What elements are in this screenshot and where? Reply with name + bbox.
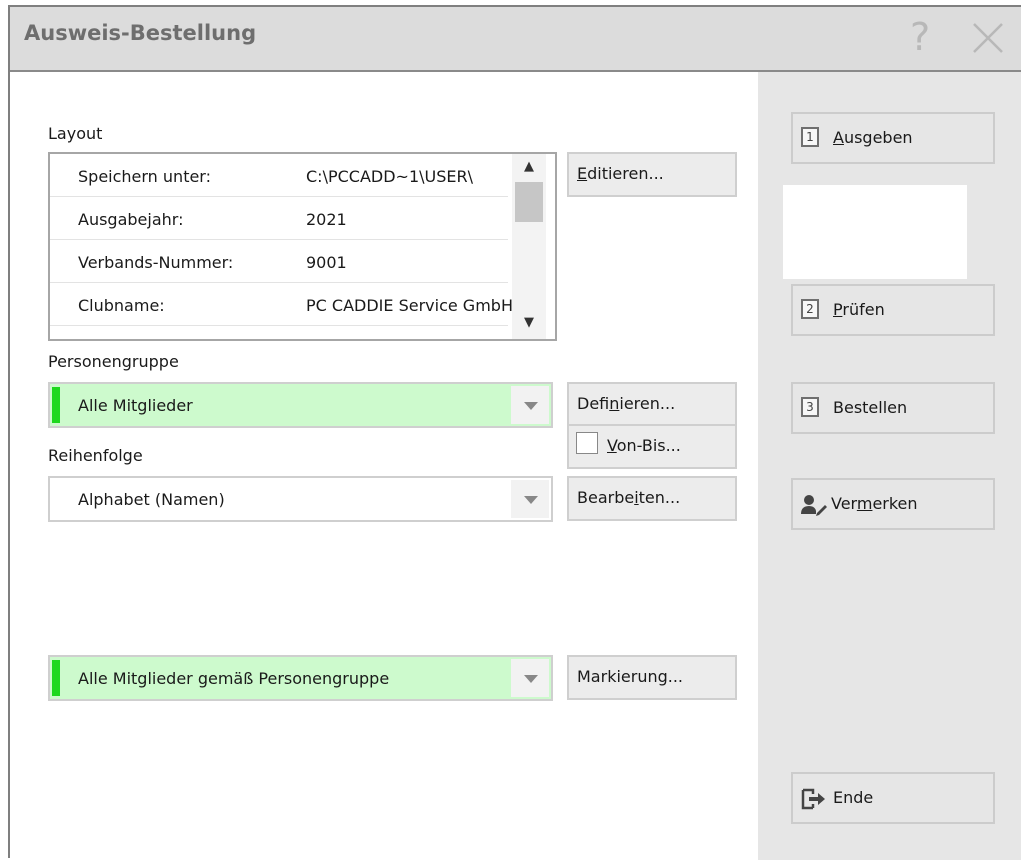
pruefen-label: Prüfen <box>833 300 885 319</box>
vonbis-checkbox[interactable]: Von-Bis... <box>567 424 737 469</box>
number-1-icon: 1 <box>801 127 819 147</box>
vertical-scrollbar[interactable]: ▲ ▼ <box>512 154 546 339</box>
status-bar <box>52 660 60 696</box>
bearbeiten-button[interactable]: Bearbeiten... <box>567 476 737 521</box>
personengruppe-value: Alle Mitglieder <box>78 396 193 415</box>
vonbis-label: Von-Bis... <box>607 436 681 455</box>
chevron-down-icon <box>524 402 538 410</box>
dropdown-button[interactable] <box>511 659 549 697</box>
ende-label: Ende <box>833 788 874 807</box>
layout-list[interactable]: Speichern unter: C:\PCCADD~1\USER\ Ausga… <box>48 152 557 341</box>
help-icon[interactable]: ? <box>910 15 930 59</box>
dialog-window: Ausweis-Bestellung ? Layout Speichern un… <box>8 5 1021 860</box>
scroll-up-icon[interactable]: ▲ <box>512 156 546 178</box>
chevron-down-icon <box>524 496 538 504</box>
markierung-label: Markierung... <box>577 667 684 686</box>
personengruppe-label: Personengruppe <box>48 352 179 371</box>
definieren-button[interactable]: Definieren... <box>567 382 737 427</box>
checkbox[interactable] <box>576 432 598 454</box>
layout-label: Layout <box>48 124 103 143</box>
row-key: Ausgabejahr: <box>78 210 184 229</box>
list-item[interactable]: Speichern unter: C:\PCCADD~1\USER\ <box>50 154 508 197</box>
number-2-icon: 2 <box>801 299 819 319</box>
scroll-down-icon[interactable]: ▼ <box>512 312 546 334</box>
reihenfolge-label: Reihenfolge <box>48 446 143 465</box>
user-edit-icon <box>801 495 827 516</box>
scroll-thumb[interactable] <box>515 182 543 222</box>
title-bar: Ausweis-Bestellung ? <box>10 7 1021 72</box>
main-panel: Layout Speichern unter: C:\PCCADD~1\USER… <box>10 72 758 860</box>
row-key: Verbands-Nummer: <box>78 253 234 272</box>
list-item[interactable]: Verbands-Nummer: 9001 <box>50 240 508 283</box>
dropdown-button[interactable] <box>511 386 549 424</box>
action-sidebar: 1 Ausgeben 2 Prüfen 3 Bestellen Vermerke… <box>758 72 1021 860</box>
ausgeben-label: Ausgeben <box>833 128 913 147</box>
editieren-button[interactable]: Editieren... <box>567 152 737 197</box>
reihenfolge-select[interactable]: Alphabet (Namen) <box>48 476 553 522</box>
chevron-down-icon <box>524 675 538 683</box>
markierung-select[interactable]: Alle Mitglieder gemäß Personengruppe <box>48 655 553 701</box>
markierung-button[interactable]: Markierung... <box>567 655 737 700</box>
dropdown-button[interactable] <box>511 480 549 518</box>
status-bar <box>52 387 60 423</box>
row-value: C:\PCCADD~1\USER\ <box>306 167 473 186</box>
definieren-label: Definieren... <box>577 394 676 413</box>
markierung-value: Alle Mitglieder gemäß Personengruppe <box>78 669 390 688</box>
reihenfolge-value: Alphabet (Namen) <box>78 490 225 509</box>
pruefen-button[interactable]: 2 Prüfen <box>791 284 995 336</box>
number-3-icon: 3 <box>801 397 819 417</box>
row-value: 2021 <box>306 210 347 229</box>
row-value: 9001 <box>306 253 347 272</box>
close-icon[interactable] <box>970 15 1006 56</box>
personengruppe-select[interactable]: Alle Mitglieder <box>48 382 553 428</box>
ausgeben-button[interactable]: 1 Ausgeben <box>791 112 995 164</box>
row-key: Speichern unter: <box>78 167 211 186</box>
list-item[interactable]: Ausgabejahr: 2021 <box>50 197 508 240</box>
ende-button[interactable]: Ende <box>791 772 995 824</box>
bearbeiten-label: Bearbeiten... <box>577 488 681 507</box>
row-value: PC CADDIE Service GmbH <box>306 296 513 315</box>
preview-area <box>783 185 967 279</box>
bestellen-button[interactable]: 3 Bestellen <box>791 382 995 434</box>
list-item[interactable]: Clubname: PC CADDIE Service GmbH <box>50 283 513 326</box>
bestellen-label: Bestellen <box>833 398 908 417</box>
window-title: Ausweis-Bestellung <box>24 21 257 45</box>
row-key: Clubname: <box>78 296 165 315</box>
exit-icon <box>801 788 825 810</box>
editieren-label: Editieren... <box>577 164 664 183</box>
vermerken-button[interactable]: Vermerken <box>791 478 995 530</box>
vermerken-label: Vermerken <box>831 494 918 513</box>
